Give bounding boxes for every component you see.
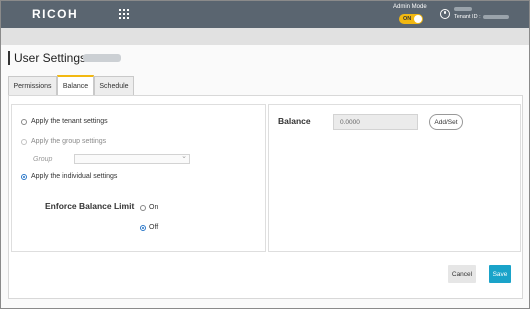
tab-balance[interactable]: Balance (57, 75, 94, 95)
user-name-redacted (454, 7, 472, 11)
admin-mode-toggle[interactable]: ON (399, 14, 423, 24)
option-group-settings: Apply the group settings (31, 138, 107, 145)
enforce-on-label: On (149, 204, 159, 211)
settings-panel: Apply the tenant settings Apply the grou… (11, 104, 266, 252)
radio-enforce-on[interactable] (140, 205, 146, 211)
admin-mode-label: Admin Mode (393, 4, 427, 10)
tenant-id-redacted (482, 14, 509, 19)
top-bar: RICOH Admin Mode ON Tenant ID : (1, 1, 529, 28)
user-icon[interactable] (440, 9, 450, 19)
option-individual-settings: Apply the individual settings (31, 173, 118, 180)
group-select[interactable]: ⌄ (74, 153, 190, 164)
add-set-button[interactable]: Add/Set (429, 114, 463, 130)
title-accent (8, 51, 10, 65)
enforce-off-label: Off (149, 224, 159, 231)
balance-label: Balance (278, 116, 311, 126)
chevron-down-icon: ⌄ (181, 153, 187, 160)
tab-permissions[interactable]: Permissions (8, 76, 57, 95)
save-button[interactable]: Save (489, 265, 511, 283)
tab-content: Apply the tenant settings Apply the grou… (8, 95, 523, 299)
group-label: Group (33, 156, 53, 163)
tenant-id: Tenant ID : (454, 14, 509, 20)
cancel-button[interactable]: Cancel (448, 265, 476, 283)
user-name-title-redacted (83, 54, 121, 62)
app-grid-icon[interactable] (119, 9, 129, 19)
toggle-knob (414, 15, 422, 23)
sub-bar (1, 28, 529, 45)
balance-input[interactable]: 0.0000 (333, 114, 418, 130)
radio-individual-settings[interactable] (21, 174, 27, 180)
tab-schedule[interactable]: Schedule (94, 76, 134, 95)
admin-toggle-text: ON (403, 15, 412, 22)
radio-tenant-settings[interactable] (21, 119, 27, 125)
radio-group-settings[interactable] (21, 139, 27, 145)
ricoh-logo: RICOH (32, 7, 79, 21)
page-title: User Settings: (14, 51, 90, 65)
main-page: User Settings: Permissions Balance Sched… (1, 45, 529, 308)
tenant-id-label: Tenant ID : (454, 14, 481, 20)
app-window: RICOH Admin Mode ON Tenant ID : User Set… (0, 0, 530, 309)
radio-enforce-off[interactable] (140, 225, 146, 231)
option-tenant-settings: Apply the tenant settings (31, 118, 108, 125)
enforce-balance-limit-label: Enforce Balance Limit (45, 201, 135, 211)
balance-panel: Balance 0.0000 Add/Set (268, 104, 521, 252)
